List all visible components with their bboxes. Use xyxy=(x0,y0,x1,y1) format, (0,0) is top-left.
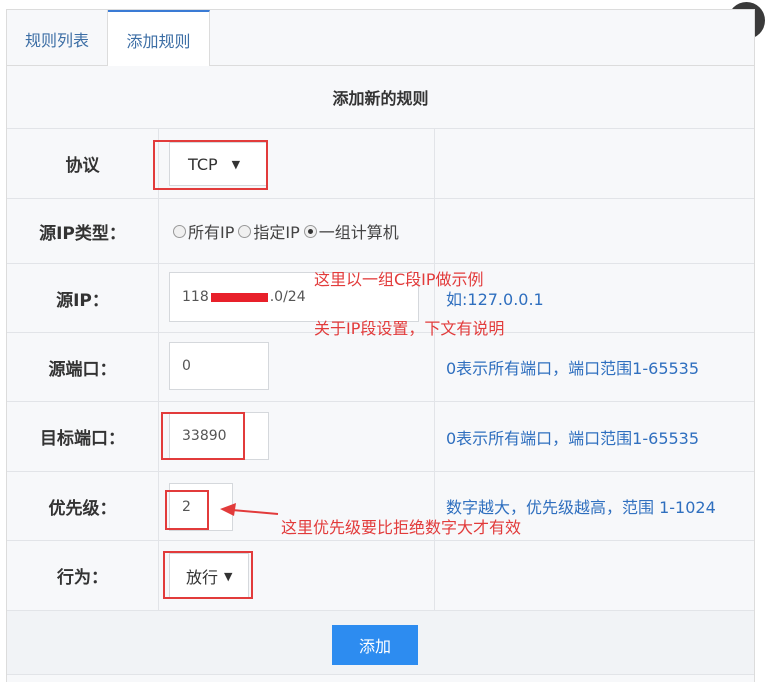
source-ip-prefix: 118 xyxy=(182,289,209,305)
radio-icon xyxy=(173,224,186,238)
radio-icon xyxy=(238,224,252,238)
radio-all-ip[interactable]: 所有IP xyxy=(173,219,234,243)
source-ip-type-row: 源IP类型： 所有IP 指定IP 一组计算机 xyxy=(7,199,754,264)
form-title: 添加新的规则 xyxy=(7,66,754,129)
priority-label: 优先级： xyxy=(7,472,159,540)
highlight-box-action xyxy=(163,551,253,599)
protocol-row: 协议 TCP ▼ xyxy=(7,129,754,199)
action-label: 行为： xyxy=(7,541,159,610)
tab-label: 添加规则 xyxy=(126,31,191,51)
rule-panel: 规则列表 添加规则 添加新的规则 协议 TCP ▼ 源IP类型： 所有IP 指定… xyxy=(6,9,755,682)
protocol-hint xyxy=(435,129,754,198)
action-row: 行为： 放行 ▼ xyxy=(7,541,754,611)
source-ip-type-hint xyxy=(435,199,754,263)
source-port-row: 源端口： 0 0表示所有端口，端口范围1-65535 xyxy=(7,333,754,402)
tab-label: 规则列表 xyxy=(24,30,89,50)
target-port-hint: 0表示所有端口，端口范围1-65535 xyxy=(446,428,700,448)
tab-add-rule[interactable]: 添加规则 xyxy=(108,10,210,67)
radio-label: 所有IP xyxy=(188,223,235,242)
source-ip-type-label: 源IP类型： xyxy=(7,199,159,263)
radio-specific-ip[interactable]: 指定IP xyxy=(238,219,300,243)
source-port-cell: 0 xyxy=(159,333,435,401)
redaction-mark xyxy=(210,292,268,302)
annotation-priority: 这里优先级要比拒绝数字大才有效 xyxy=(281,518,522,537)
target-port-cell: 33890 xyxy=(159,402,435,471)
radio-ip-group[interactable]: 一组计算机 xyxy=(303,219,399,243)
source-ip-label: 源IP： xyxy=(7,264,159,332)
source-port-input[interactable]: 0 xyxy=(169,342,269,390)
form-footer: 添加 xyxy=(7,611,754,675)
action-hint xyxy=(435,541,754,610)
annotation-ip-range: 关于IP段设置，下文有说明 xyxy=(314,319,505,338)
source-port-hint: 0表示所有端口，端口范围1-65535 xyxy=(446,359,700,378)
annotation-ip-example: 这里以一组C段IP做示例 xyxy=(314,270,484,289)
source-ip-suffix: .0/24 xyxy=(269,289,306,305)
radio-label: 指定IP xyxy=(253,223,300,242)
protocol-label: 协议 xyxy=(7,129,159,198)
action-cell: 放行 ▼ xyxy=(159,541,435,610)
add-button[interactable]: 添加 xyxy=(332,625,418,665)
arrow-left-icon xyxy=(220,503,279,516)
tab-rule-list[interactable]: 规则列表 xyxy=(7,10,108,67)
source-port-value: 0 xyxy=(182,358,191,374)
highlight-box-target-port xyxy=(161,412,245,460)
source-port-label: 源端口： xyxy=(7,333,159,401)
tab-bar: 规则列表 添加规则 xyxy=(7,10,754,67)
target-port-label: 目标端口： xyxy=(7,402,159,471)
protocol-cell: TCP ▼ xyxy=(153,129,435,198)
target-port-row: 目标端口： 33890 0表示所有端口，端口范围1-65535 xyxy=(7,402,754,472)
source-ip-type-cell: 所有IP 指定IP 一组计算机 xyxy=(159,199,435,263)
highlight-box-priority xyxy=(165,490,209,530)
source-ip-type-radio-group: 所有IP 指定IP 一组计算机 xyxy=(173,199,403,263)
radio-label: 一组计算机 xyxy=(318,223,399,242)
highlight-box-protocol xyxy=(153,140,268,190)
radio-checked-icon xyxy=(303,224,317,238)
